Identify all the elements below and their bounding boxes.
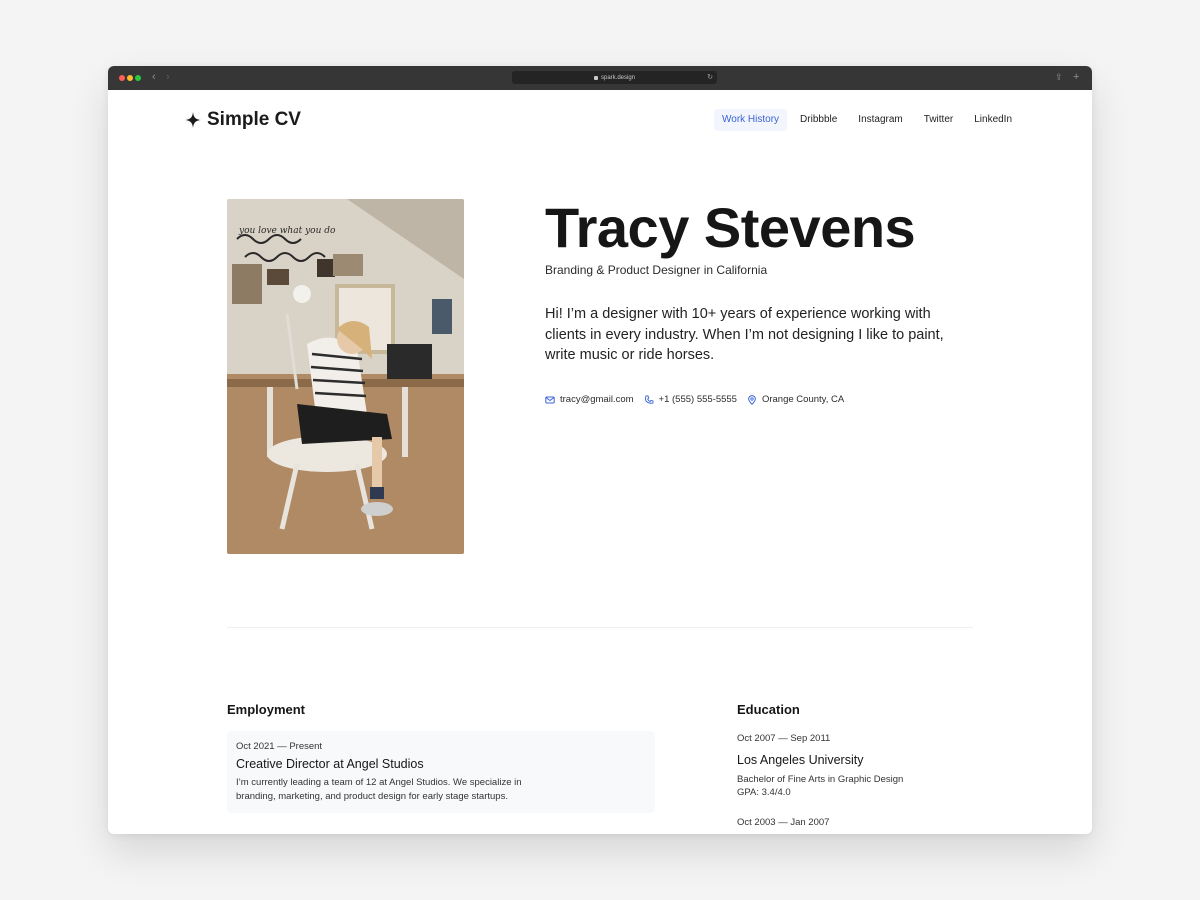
education-dates: Oct 2007 — Sep 2011 bbox=[737, 733, 831, 744]
education-gpa: GPA: 3.4/4.0 bbox=[737, 787, 791, 798]
brand-name: Simple CV bbox=[207, 109, 301, 130]
contact-location[interactable]: Orange County, CA bbox=[747, 394, 844, 405]
profile-name: Tracy Stevens bbox=[545, 196, 916, 259]
map-pin-icon bbox=[748, 394, 756, 405]
minimize-window-button[interactable] bbox=[127, 75, 133, 81]
profile-tagline: Branding & Product Designer in Californi… bbox=[545, 263, 768, 277]
back-icon[interactable]: ‹ bbox=[152, 70, 156, 84]
nav-linkedin[interactable]: LinkedIn bbox=[966, 109, 1020, 131]
email-text: tracy@gmail.com bbox=[560, 394, 634, 405]
browser-window: ‹ › spark.design ↻ ⇪ + Simple CV Work Hi… bbox=[108, 66, 1092, 834]
profile-photo: you love what you do bbox=[227, 199, 464, 554]
reload-icon[interactable]: ↻ bbox=[707, 73, 713, 81]
profile-bio: Hi! I’m a designer with 10+ years of exp… bbox=[545, 306, 944, 363]
nav-instagram[interactable]: Instagram bbox=[850, 109, 910, 131]
brand-logo[interactable]: Simple CV bbox=[185, 109, 301, 131]
job-description: I’m currently leading a team of 12 at An… bbox=[236, 777, 522, 802]
education-degree: Bachelor of Fine Arts in Graphic Design bbox=[737, 774, 904, 785]
contact-phone[interactable]: +1 (555) 555-5555 bbox=[644, 394, 737, 405]
education-item: Oct 2007 — Sep 2011 Los Angeles Universi… bbox=[737, 733, 903, 798]
page-content: Simple CV Work History Dribbble Instagra… bbox=[108, 90, 1092, 834]
education-dates: Oct 2003 — Jan 2007 bbox=[737, 817, 830, 828]
close-window-button[interactable] bbox=[119, 75, 125, 81]
location-text: Orange County, CA bbox=[761, 394, 845, 405]
job-role: Creative Director at Angel Studios bbox=[236, 757, 424, 771]
nav-work-history[interactable]: Work History bbox=[714, 109, 788, 131]
lock-icon bbox=[593, 75, 598, 80]
education-item: Oct 2003 — Jan 2007 bbox=[737, 817, 829, 828]
new-tab-icon[interactable]: + bbox=[1073, 70, 1079, 84]
phone-icon bbox=[644, 395, 653, 404]
wall-lettering: you love what you do bbox=[238, 226, 336, 236]
maximize-window-button[interactable] bbox=[135, 75, 141, 81]
sparkle-icon bbox=[185, 112, 201, 128]
section-divider bbox=[227, 627, 973, 628]
mail-icon bbox=[545, 396, 555, 403]
education-school: Los Angeles University bbox=[737, 753, 864, 767]
address-url: spark.design bbox=[600, 74, 636, 81]
browser-titlebar: ‹ › spark.design ↻ ⇪ + bbox=[108, 66, 1092, 90]
nav-dribbble[interactable]: Dribbble bbox=[792, 109, 845, 131]
job-card: Oct 2021 — Present Creative Director at … bbox=[227, 731, 655, 813]
contact-email[interactable]: tracy@gmail.com bbox=[545, 394, 634, 405]
phone-text: +1 (555) 555-5555 bbox=[658, 394, 737, 405]
share-icon[interactable]: ⇪ bbox=[1055, 70, 1063, 84]
job-dates: Oct 2021 — Present bbox=[236, 741, 323, 752]
nav-twitter[interactable]: Twitter bbox=[916, 109, 961, 131]
employment-heading: Employment bbox=[227, 702, 306, 717]
education-heading: Education bbox=[737, 702, 800, 717]
forward-icon[interactable]: › bbox=[166, 70, 170, 84]
contact-list: tracy@gmail.com +1 (555) 555-5555 Orange… bbox=[545, 394, 844, 405]
address-bar[interactable]: spark.design ↻ bbox=[512, 71, 717, 84]
top-nav: Work History Dribbble Instagram Twitter … bbox=[714, 109, 1025, 131]
